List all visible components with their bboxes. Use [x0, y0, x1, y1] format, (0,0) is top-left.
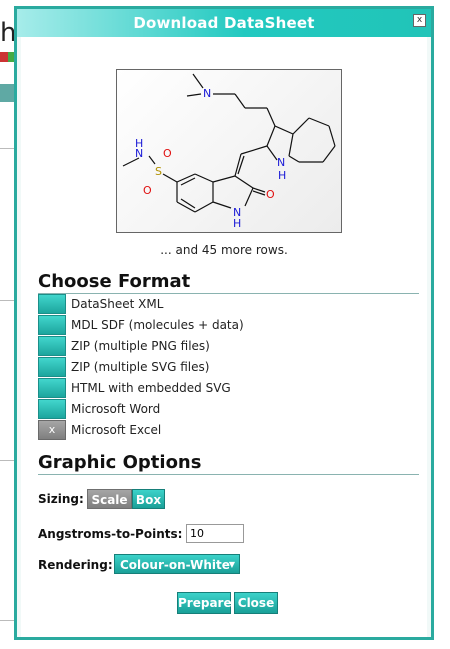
rendering-dropdown[interactable]: Colour-on-White ▼ [114, 554, 240, 574]
format-option-zip-png[interactable]: ZIP (multiple PNG files) [38, 336, 398, 357]
background-flag-red [0, 52, 8, 62]
angstroms-input[interactable] [186, 524, 244, 543]
format-toggle[interactable] [38, 399, 66, 419]
format-toggle[interactable] [38, 357, 66, 377]
sizing-box-option[interactable]: Box [132, 489, 165, 509]
atom-label: H [135, 137, 143, 150]
background-divider [0, 148, 15, 149]
rendering-label: Rendering: [38, 558, 113, 572]
format-label: ZIP (multiple SVG files) [71, 360, 210, 374]
background-tab-fragment [0, 84, 15, 102]
dialog-body: N N H O S O N H O N H ... and 45 more ro… [21, 37, 427, 637]
close-button[interactable]: Close [234, 592, 278, 614]
atom-label: O [143, 184, 152, 197]
atom-label: O [163, 147, 172, 160]
format-option-word[interactable]: Microsoft Word [38, 399, 398, 420]
download-datasheet-dialog: Download DataSheet x N N H O S O N H O N… [14, 6, 434, 640]
format-toggle[interactable] [38, 378, 66, 398]
atom-label: S [155, 165, 162, 178]
format-label: HTML with embedded SVG [71, 381, 231, 395]
graphic-options-heading: Graphic Options [38, 452, 419, 475]
close-icon[interactable]: x [413, 14, 426, 27]
format-option-datasheet-xml[interactable]: DataSheet XML [38, 294, 398, 315]
format-toggle-selected[interactable]: x [38, 420, 66, 440]
dialog-title-bar[interactable]: Download DataSheet x [17, 9, 431, 37]
molecule-structure-image: N N H O S O N H O N H [122, 73, 336, 230]
sizing-label: Sizing: [38, 492, 84, 506]
more-rows-note: ... and 45 more rows. [160, 243, 288, 257]
sizing-toggle: Scale Box [87, 489, 169, 509]
atom-label: H [233, 217, 241, 230]
format-option-html-svg[interactable]: HTML with embedded SVG [38, 378, 398, 399]
rendering-value: Colour-on-White [120, 558, 230, 572]
format-label: ZIP (multiple PNG files) [71, 339, 210, 353]
format-label: Microsoft Excel [71, 423, 162, 437]
chevron-down-icon: ▼ [228, 560, 235, 569]
background-divider [0, 460, 15, 461]
background-divider [0, 620, 15, 621]
atom-label: N [203, 87, 211, 100]
atom-label: H [278, 169, 286, 182]
dialog-title: Download DataSheet [133, 14, 315, 32]
background-divider [0, 300, 15, 301]
format-option-excel[interactable]: x Microsoft Excel [38, 420, 398, 441]
prepare-button[interactable]: Prepare [177, 592, 232, 614]
atom-label: N [277, 156, 285, 169]
format-toggle[interactable] [38, 315, 66, 335]
format-label: DataSheet XML [71, 297, 164, 311]
atom-label: O [266, 188, 275, 201]
format-label: Microsoft Word [71, 402, 161, 416]
sizing-scale-option[interactable]: Scale [87, 489, 132, 509]
choose-format-heading: Choose Format [38, 271, 419, 294]
angstroms-label: Angstroms-to-Points: [38, 527, 183, 541]
format-toggle[interactable] [38, 294, 66, 314]
format-option-mdl-sdf[interactable]: MDL SDF (molecules + data) [38, 315, 398, 336]
molecule-preview: N N H O S O N H O N H [116, 69, 342, 233]
format-label: MDL SDF (molecules + data) [71, 318, 244, 332]
format-toggle[interactable] [38, 336, 66, 356]
format-option-zip-svg[interactable]: ZIP (multiple SVG files) [38, 357, 398, 378]
